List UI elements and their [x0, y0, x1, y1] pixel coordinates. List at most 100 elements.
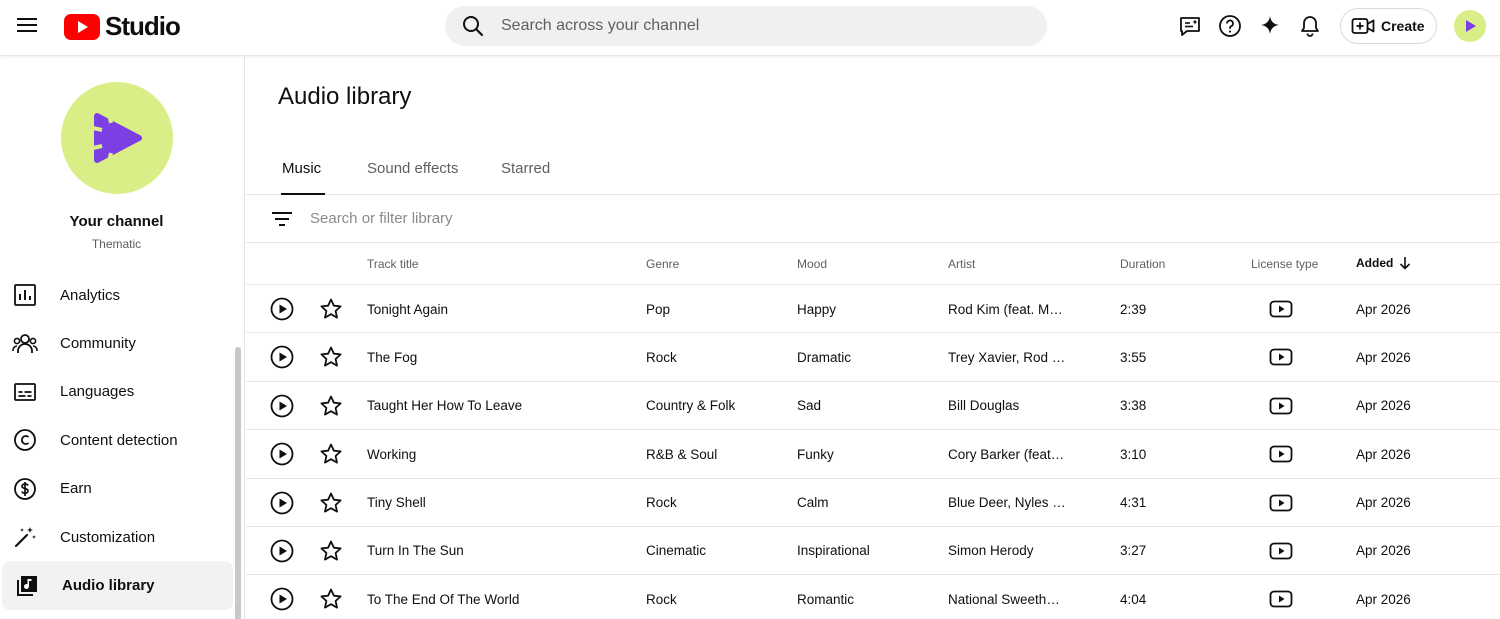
feedback-icon[interactable]	[1176, 12, 1204, 40]
sort-arrow-down-icon	[1400, 257, 1411, 270]
track-duration: 4:04	[1120, 591, 1147, 607]
table-row[interactable]: Turn In The Sun Cinematic Inspirational …	[246, 527, 1500, 576]
sidebar-item-audio-library[interactable]: Audio library	[2, 561, 233, 610]
star-icon[interactable]	[319, 527, 343, 575]
sidebar-scrollbar[interactable]	[235, 347, 241, 619]
youtube-license-icon	[1269, 430, 1293, 478]
sidebar-item-label: Community	[60, 335, 136, 353]
star-icon[interactable]	[319, 333, 343, 381]
track-added: Apr 2026	[1356, 543, 1411, 559]
column-track-title[interactable]: Track title	[367, 257, 419, 271]
channel-logo-icon	[92, 113, 142, 163]
sidebar-item-label: Customization	[60, 528, 156, 546]
track-duration: 3:55	[1120, 349, 1147, 365]
account-avatar[interactable]	[1454, 10, 1486, 42]
track-artist: Blue Deer, Nyles L…	[948, 495, 1066, 511]
channel-glyph-icon	[1466, 20, 1476, 32]
track-genre: Country & Folk	[646, 398, 736, 414]
search-icon	[445, 15, 501, 37]
track-title: Taught Her How To Leave	[367, 398, 523, 414]
sidebar-item-community[interactable]: Community	[0, 319, 233, 367]
star-icon[interactable]	[319, 479, 343, 527]
column-added[interactable]: Added	[1356, 256, 1411, 270]
track-mood: Sad	[797, 398, 822, 414]
track-duration: 2:39	[1120, 301, 1147, 317]
column-mood[interactable]: Mood	[797, 257, 827, 271]
table-row[interactable]: Tonight Again Pop Happy Rod Kim (feat. M…	[246, 285, 1500, 334]
play-icon[interactable]	[270, 333, 294, 381]
column-artist[interactable]: Artist	[948, 257, 975, 271]
play-icon[interactable]	[270, 285, 294, 333]
logo-text: Studio	[105, 11, 181, 41]
track-genre: Rock	[646, 349, 677, 365]
main-content: Audio library Music Sound effects Starre…	[246, 57, 1500, 619]
track-genre: Cinematic	[646, 543, 707, 559]
sidebar-item-content-detection[interactable]: Content detection	[0, 416, 233, 464]
track-genre: Rock	[646, 495, 677, 511]
track-mood: Calm	[797, 495, 829, 511]
filter-icon[interactable]	[246, 211, 318, 227]
community-icon	[12, 331, 38, 357]
track-artist: National Sweethe…	[948, 591, 1066, 607]
hamburger-menu-icon[interactable]	[12, 10, 42, 40]
track-list: Tonight Again Pop Happy Rod Kim (feat. M…	[246, 285, 1500, 619]
sidebar-item-label: Analytics	[60, 286, 121, 304]
channel-subtitle: Thematic	[91, 237, 142, 251]
tab-starred[interactable]: Starred	[501, 160, 550, 195]
track-genre: Pop	[646, 301, 671, 317]
notifications-bell-icon[interactable]	[1296, 12, 1324, 40]
table-row[interactable]: Taught Her How To Leave Country & Folk S…	[246, 382, 1500, 431]
copyright-icon	[12, 427, 38, 453]
table-row[interactable]: Tiny Shell Rock Calm Blue Deer, Nyles L……	[246, 479, 1500, 527]
studio-logo[interactable]: Studio	[64, 11, 181, 42]
youtube-license-icon	[1269, 575, 1293, 619]
column-genre[interactable]: Genre	[646, 257, 679, 271]
play-icon[interactable]	[270, 575, 294, 619]
track-artist: Simon Herody	[948, 543, 1034, 559]
track-added: Apr 2026	[1356, 349, 1411, 365]
sidebar-item-label: Languages	[60, 383, 135, 401]
play-icon[interactable]	[270, 382, 294, 430]
create-video-icon	[1351, 18, 1375, 34]
help-icon[interactable]	[1216, 12, 1244, 40]
tab-music[interactable]: Music	[280, 160, 326, 195]
track-title: The Fog	[367, 349, 418, 365]
play-icon[interactable]	[270, 479, 294, 527]
sidebar-item-languages[interactable]: Languages	[0, 368, 233, 416]
youtube-logo-icon	[64, 13, 100, 40]
track-mood: Inspirational	[797, 543, 870, 559]
youtube-license-icon	[1269, 479, 1293, 527]
channel-search[interactable]: Search across your channel	[445, 6, 1047, 46]
create-label: Create	[1381, 18, 1425, 34]
tab-sound-effects[interactable]: Sound effects	[367, 160, 458, 195]
sidebar-item-customization[interactable]: Customization	[0, 513, 233, 561]
sidebar-item-earn[interactable]: Earn	[0, 465, 233, 513]
star-icon[interactable]	[319, 382, 343, 430]
table-row[interactable]: The Fog Rock Dramatic Trey Xavier, Rod K…	[246, 333, 1500, 382]
track-genre: Rock	[646, 591, 677, 607]
sparkle-icon[interactable]	[1256, 12, 1284, 40]
filter-input[interactable]: Search or filter library	[310, 210, 453, 227]
star-icon[interactable]	[319, 430, 343, 478]
create-button[interactable]: Create	[1340, 8, 1437, 44]
search-input[interactable]: Search across your channel	[501, 17, 699, 35]
table-row[interactable]: Working R&B & Soul Funky Cory Barker (fe…	[246, 430, 1500, 479]
column-duration[interactable]: Duration	[1120, 257, 1165, 271]
table-row[interactable]: To The End Of The World Rock Romantic Na…	[246, 575, 1500, 619]
channel-avatar[interactable]	[61, 82, 173, 194]
track-artist: Bill Douglas	[948, 398, 1020, 414]
column-license-type[interactable]: License type	[1251, 257, 1318, 271]
star-icon[interactable]	[319, 575, 343, 619]
music-library-icon	[14, 573, 40, 599]
play-icon[interactable]	[270, 430, 294, 478]
track-duration: 4:31	[1120, 495, 1147, 511]
youtube-license-icon	[1269, 333, 1293, 381]
sidebar-item-analytics[interactable]: Analytics	[0, 271, 233, 319]
track-title: Tiny Shell	[367, 495, 426, 511]
track-duration: 3:38	[1120, 398, 1147, 414]
youtube-license-icon	[1269, 527, 1293, 575]
star-icon[interactable]	[319, 285, 343, 333]
channel-name: Your channel	[69, 213, 164, 230]
sidebar-item-label: Earn	[60, 480, 92, 498]
play-icon[interactable]	[270, 527, 294, 575]
